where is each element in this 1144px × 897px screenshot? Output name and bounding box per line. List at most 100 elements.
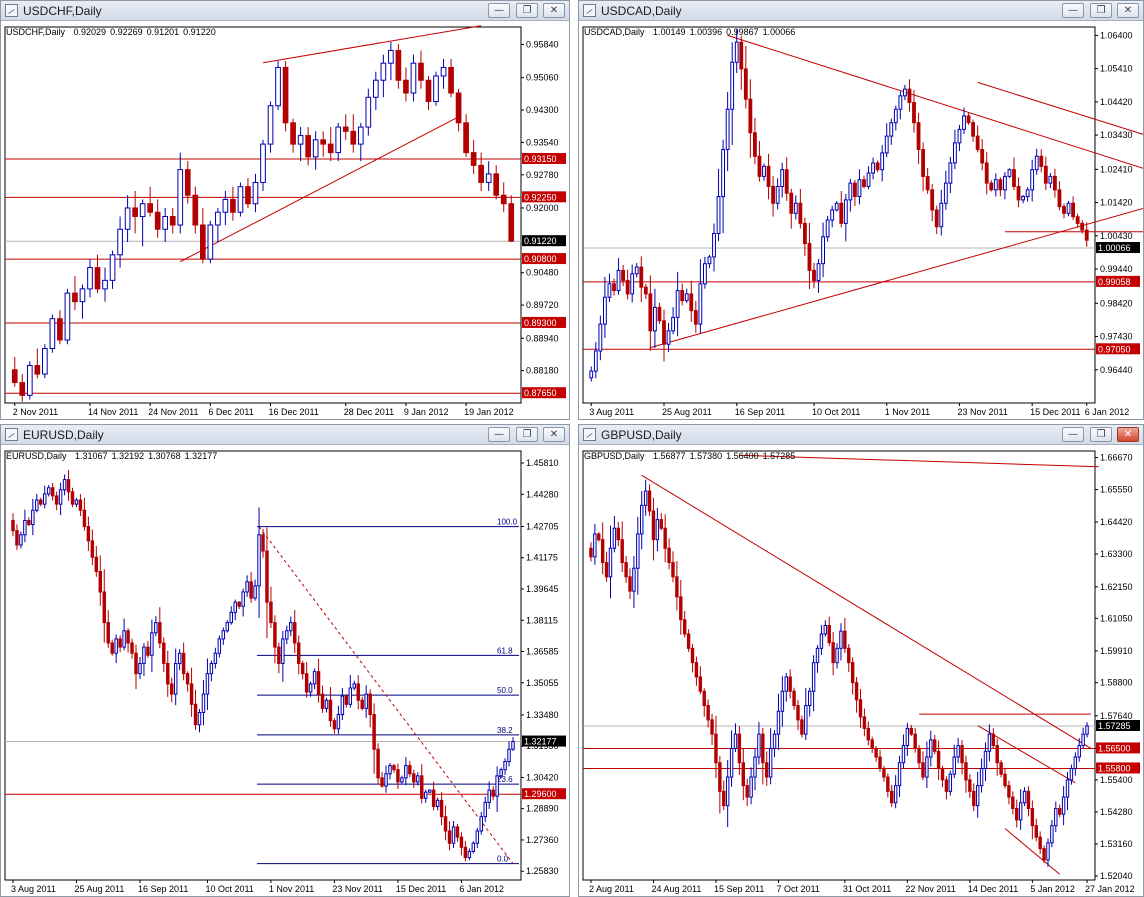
ohlc-close: 1.32177 <box>184 451 218 461</box>
bull-candle <box>634 266 639 275</box>
price-tick-label: 1.30420 <box>526 772 559 782</box>
window-titlebar[interactable]: GBPUSD,Daily — ❐ ✕ <box>579 425 1143 445</box>
chart-info-line: USDCHF,Daily 0.92029 0.92269 0.91201 0.9122… <box>6 27 220 37</box>
maximize-button[interactable]: ❐ <box>516 427 538 442</box>
minimize-button[interactable]: — <box>488 3 510 18</box>
bear-candle <box>1015 808 1019 821</box>
time-tick-label: 14 Dec 2011 <box>968 884 1018 894</box>
bear-candle <box>70 491 75 505</box>
level-price-label: 1.29600 <box>524 789 557 799</box>
chart-window-usdcad[interactable]: USDCAD,Daily — ❐ ✕ 1.06400 1.05410 1.04420… <box>578 0 1144 420</box>
bear-candle <box>803 222 807 245</box>
time-tick-label: 24 Nov 2011 <box>148 407 198 417</box>
bull-candle <box>62 479 67 491</box>
bull-candle <box>511 740 515 750</box>
bear-candle <box>874 747 878 758</box>
bear-candle <box>921 762 925 778</box>
bear-candle <box>304 673 309 693</box>
bear-candle <box>975 135 980 151</box>
bull-candle <box>1003 175 1007 191</box>
bull-candle <box>281 638 285 664</box>
bear-candle <box>230 198 236 213</box>
bull-candle <box>905 727 910 747</box>
bull-candle <box>866 172 871 187</box>
bear-candle <box>403 79 409 94</box>
bull-candle <box>154 622 158 634</box>
candlestick-chart[interactable]: 1.45810 1.44280 1.42705 1.41175 1.39645 1.381… <box>1 445 569 896</box>
chart-plot-area[interactable]: 1.06400 1.05410 1.04420 1.03430 1.02410 1.014… <box>579 21 1143 419</box>
chart-info-line: USDCAD,Daily 1.00149 1.00396 0.99867 1.0006… <box>584 27 799 37</box>
chart-plot-area[interactable]: 0.95840 0.95060 0.94300 0.93540 0.92780 0.920… <box>1 21 569 419</box>
bull-candle <box>49 318 56 349</box>
ohlc-open: 0.92029 <box>73 27 107 37</box>
minimize-button[interactable]: — <box>488 427 510 442</box>
bull-candle <box>503 761 507 771</box>
bull-candle <box>217 638 222 654</box>
bear-candle <box>293 622 297 644</box>
bear-candle <box>657 306 662 322</box>
chart-window-icon <box>583 428 596 441</box>
bull-candle <box>237 186 244 213</box>
time-tick-label: 23 Nov 2011 <box>332 884 382 894</box>
bear-candle <box>913 733 917 749</box>
bear-candle <box>921 149 926 177</box>
bear-candle <box>702 690 706 707</box>
close-button[interactable]: ✕ <box>1117 427 1139 442</box>
close-button[interactable]: ✕ <box>543 3 565 18</box>
bull-candle <box>698 283 703 325</box>
close-button[interactable]: ✕ <box>1117 3 1139 18</box>
chart-plot-area[interactable]: 1.45810 1.44280 1.42705 1.41175 1.39645 1.381… <box>1 445 569 896</box>
maximize-button[interactable]: ❐ <box>1090 427 1112 442</box>
bull-candle <box>734 41 739 63</box>
candlestick-chart[interactable]: 1.06400 1.05410 1.04420 1.03430 1.02410 1.014… <box>579 21 1143 419</box>
maximize-button[interactable]: ❐ <box>1090 3 1112 18</box>
window-titlebar[interactable]: USDCHF,Daily — ❐ ✕ <box>1 1 569 21</box>
bull-candle <box>388 49 394 64</box>
bull-candle <box>784 676 788 692</box>
bull-candle <box>440 66 447 77</box>
price-tick-label: 1.42705 <box>526 521 559 531</box>
time-tick-label: 24 Aug 2011 <box>651 884 701 894</box>
chart-window-eurusd[interactable]: EURUSD,Daily — ❐ ✕ 1.45810 1.44280 1.42705… <box>0 424 570 897</box>
ohlc-close: 1.57285 <box>762 451 796 461</box>
bull-candle <box>1030 169 1035 191</box>
bear-candle <box>78 499 83 511</box>
bear-candle <box>960 745 964 764</box>
maximize-icon: ❐ <box>522 429 532 440</box>
bear-candle <box>647 490 652 512</box>
bull-candle <box>252 181 259 205</box>
level-price-label: 0.89300 <box>524 318 557 328</box>
bear-candle <box>368 693 372 716</box>
chart-window-usdchf[interactable]: USDCHF,Daily — ❐ ✕ 0.95840 0.95060 0.94300… <box>0 0 570 420</box>
chart-plot-area[interactable]: 1.66670 1.65550 1.64420 1.63300 1.62150 1.610… <box>579 445 1143 896</box>
bear-candle <box>372 714 376 750</box>
price-tick-label: 1.64420 <box>1100 517 1133 527</box>
chart-window-gbpusd[interactable]: GBPUSD,Daily — ❐ ✕ 1.66670 1.65550 1.64420… <box>578 424 1144 897</box>
bear-candle <box>261 534 265 552</box>
window-titlebar[interactable]: USDCAD,Daily — ❐ ✕ <box>579 1 1143 21</box>
candlestick-chart[interactable]: 0.95840 0.95060 0.94300 0.93540 0.92780 0.920… <box>1 21 569 419</box>
bull-candle <box>816 263 821 281</box>
level-price-label: 1.55800 <box>1098 763 1131 773</box>
maximize-button[interactable]: ❐ <box>516 3 538 18</box>
price-tick-label: 0.88180 <box>526 366 559 376</box>
bear-candle <box>798 202 803 224</box>
window-titlebar[interactable]: EURUSD,Daily — ❐ ✕ <box>1 425 569 445</box>
bull-candle <box>499 769 503 777</box>
bull-candle <box>124 207 131 230</box>
minimize-button[interactable]: — <box>1062 427 1084 442</box>
time-tick-label: 6 Dec 2011 <box>208 407 253 417</box>
price-tick-label: 0.88940 <box>526 333 559 343</box>
bear-candle <box>94 556 99 573</box>
bull-candle <box>150 632 154 656</box>
bull-candle <box>834 202 839 211</box>
close-button[interactable]: ✕ <box>543 427 565 442</box>
bear-candle <box>693 310 698 325</box>
bull-candle <box>229 611 233 624</box>
bear-candle <box>27 519 31 526</box>
candlestick-chart[interactable]: 1.66670 1.65550 1.64420 1.63300 1.62150 1.610… <box>579 445 1143 896</box>
bull-candle <box>253 585 257 599</box>
bear-candle <box>682 619 687 635</box>
bear-candle <box>392 765 396 771</box>
minimize-button[interactable]: — <box>1062 3 1084 18</box>
